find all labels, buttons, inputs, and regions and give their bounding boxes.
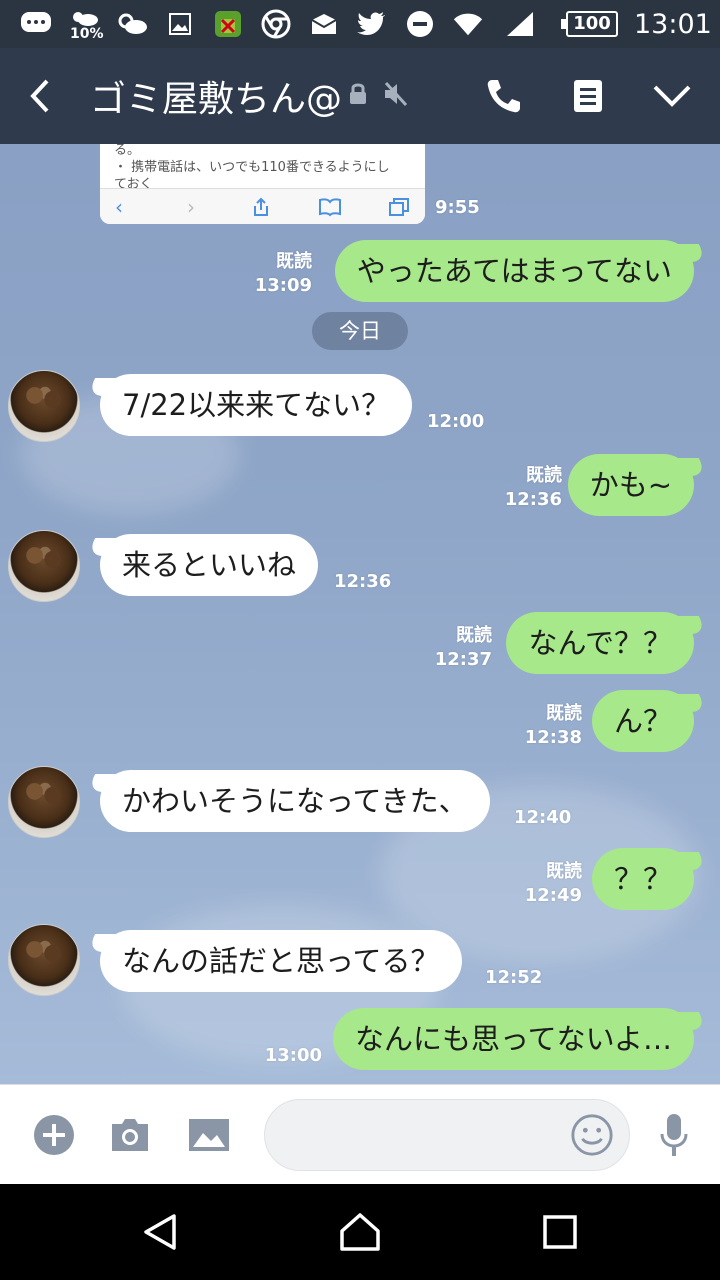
share-icon[interactable] (250, 197, 272, 217)
add-attachment-button[interactable] (32, 1113, 76, 1157)
avatar[interactable] (8, 530, 80, 602)
chat-header: ゴミ屋敷ちん@ (0, 48, 720, 144)
outgoing-message[interactable]: なんにも思ってないよ… (333, 1008, 694, 1070)
lock-icon (340, 74, 376, 114)
avatar[interactable] (8, 370, 80, 442)
avatar[interactable] (8, 924, 80, 996)
nav-back-button[interactable] (134, 1206, 186, 1258)
incoming-message[interactable]: かわいそうになってきた、 (100, 770, 490, 832)
tabs-icon[interactable] (388, 197, 410, 217)
emoji-button[interactable] (570, 1113, 614, 1157)
read-receipt: 既読 12:37 (430, 624, 492, 672)
outgoing-message[interactable]: なんで？？ (506, 612, 694, 674)
message-time: 12:00 (427, 411, 485, 432)
battery-indicator: 100 (561, 11, 618, 37)
read-receipt: 既読 13:09 (250, 250, 312, 298)
android-debug-icon (212, 8, 244, 40)
clock: 13:01 (634, 9, 712, 40)
read-receipt: 既読 12:36 (500, 464, 562, 512)
message-input-bar (0, 1084, 720, 1184)
nav-recents-button[interactable] (534, 1206, 586, 1258)
photo-gallery-button[interactable] (186, 1113, 232, 1157)
outgoing-message[interactable]: ？？ (591, 848, 694, 910)
forward-arrow-icon[interactable]: › (180, 197, 202, 217)
nav-home-button[interactable] (334, 1206, 386, 1258)
status-bar: 10% 100 13:01 (0, 0, 720, 48)
message-time: 12:36 (504, 489, 562, 510)
message-time: 12:52 (485, 967, 543, 988)
read-label: 既読 (546, 861, 582, 882)
weather-percentage: 10% (70, 26, 104, 42)
outgoing-message[interactable]: ん？ (591, 690, 694, 752)
chat-area[interactable]: る。 ・ 携帯電話は、いつでも110番できるようにし ておく ‹ › 9:55 … (0, 144, 720, 1084)
system-navigation-bar (0, 1184, 720, 1280)
back-button[interactable] (16, 72, 64, 120)
mute-icon (376, 74, 416, 114)
image-icon (164, 8, 196, 40)
twitter-icon (356, 8, 388, 40)
browser-toolbar: ‹ › (100, 188, 425, 224)
chat-title: ゴミ屋敷ちん@ (90, 79, 343, 120)
incoming-message[interactable]: 7/22以来来てない？ (100, 374, 413, 436)
wifi-icon (452, 8, 484, 40)
read-receipt: 既読 12:49 (520, 860, 582, 908)
partly-cloudy-icon (116, 8, 148, 40)
message-time: 13:09 (254, 275, 312, 296)
read-receipt: 既読 12:38 (520, 702, 582, 750)
message-notification-icon (20, 8, 52, 40)
notes-button[interactable] (564, 72, 612, 120)
preview-line: る。 (114, 144, 141, 158)
avatar[interactable] (8, 766, 80, 838)
message-time: 13:00 (264, 1045, 322, 1066)
preview-line: ・ 携帯電話は、いつでも110番できるようにし (114, 160, 390, 175)
menu-dropdown-button[interactable] (648, 72, 696, 120)
bookmarks-icon[interactable] (318, 197, 341, 217)
message-time: 12:36 (334, 571, 392, 592)
back-arrow-icon[interactable]: ‹ (108, 197, 130, 217)
do-not-disturb-icon (404, 8, 436, 40)
message-time: 12:49 (524, 885, 582, 906)
message-time: 12:37 (434, 649, 492, 670)
incoming-message[interactable]: なんの話だと思ってる？ (100, 930, 462, 992)
read-label: 既読 (546, 703, 582, 724)
signal-icon (504, 8, 536, 40)
read-label: 既読 (456, 625, 492, 646)
message-time: 12:40 (514, 807, 572, 828)
shared-link-preview[interactable]: る。 ・ 携帯電話は、いつでも110番できるようにし ておく ‹ › (100, 144, 425, 224)
camera-button[interactable] (108, 1113, 152, 1157)
call-button[interactable] (480, 72, 528, 120)
incoming-message[interactable]: 来るといいね (100, 534, 319, 596)
outgoing-message[interactable]: やったあてはまってない (334, 240, 694, 302)
microphone-button[interactable] (652, 1113, 696, 1157)
chrome-icon (260, 8, 292, 40)
mail-icon (308, 8, 340, 40)
message-time: 9:55 (435, 197, 480, 218)
read-label: 既読 (526, 465, 562, 486)
message-time: 12:38 (524, 727, 582, 748)
preview-text: る。 ・ 携帯電話は、いつでも110番できるようにし ておく (114, 144, 414, 193)
outgoing-message[interactable]: かも~ (567, 454, 694, 516)
read-label: 既読 (276, 251, 312, 272)
date-divider: 今日 (312, 312, 408, 350)
